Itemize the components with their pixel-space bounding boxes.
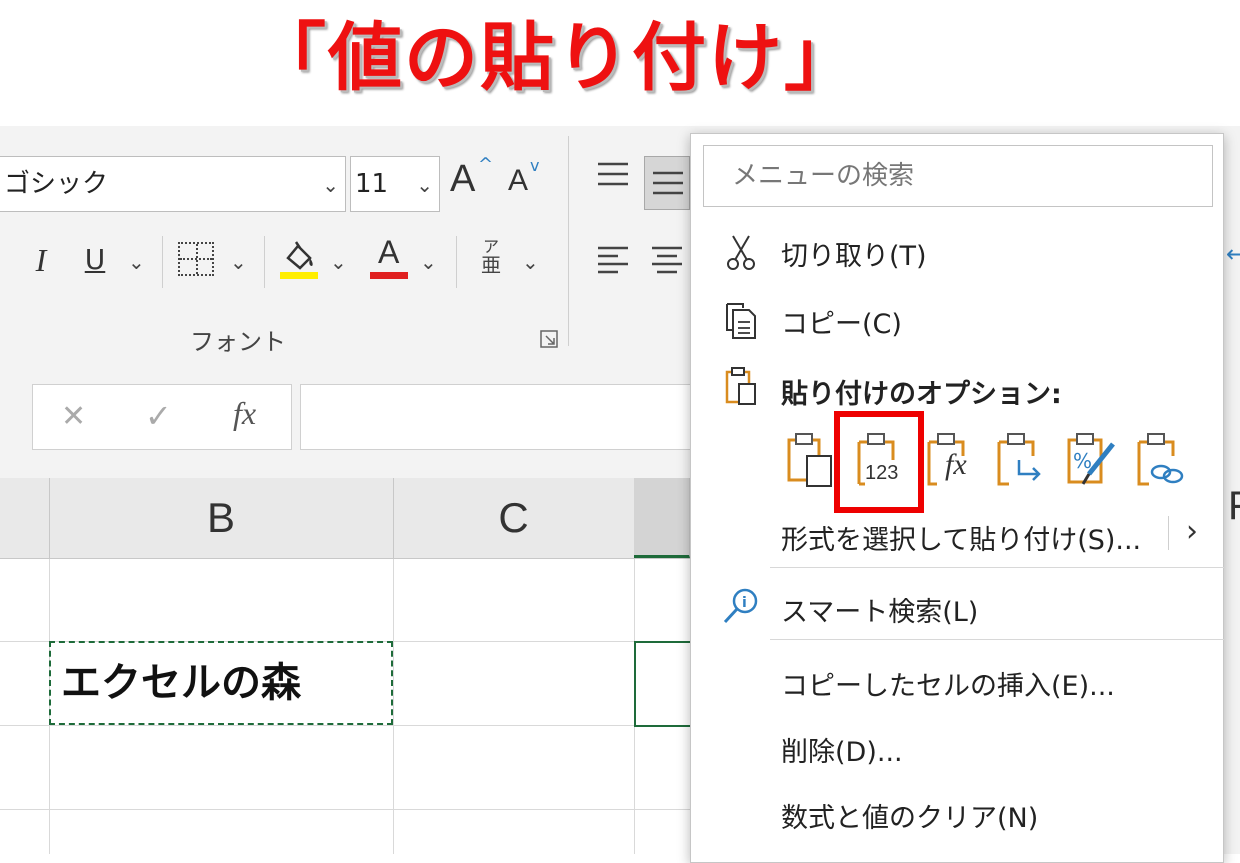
- row-gridline: [0, 725, 690, 726]
- align-middle-button[interactable]: [644, 156, 690, 210]
- enter-icon[interactable]: ✓: [145, 397, 172, 435]
- paste-transpose-icon[interactable]: [993, 430, 1049, 490]
- svg-text:i: i: [742, 595, 747, 611]
- col-gridline: [393, 559, 394, 854]
- paste-formatting-icon[interactable]: %: [1063, 430, 1119, 490]
- shrink-font-button[interactable]: A v: [508, 156, 554, 210]
- column-header-a[interactable]: [0, 478, 50, 558]
- font-size-dropdown[interactable]: 11 ⌄: [350, 156, 440, 212]
- menu-separator: [770, 567, 1224, 568]
- menu-item-smart-lookup[interactable]: スマート検索(L): [781, 590, 978, 629]
- align-left-icon[interactable]: [596, 244, 630, 276]
- borders-dropdown-icon[interactable]: ⌄: [230, 250, 247, 274]
- font-name-value: ゴシック: [4, 169, 109, 199]
- font-color-dropdown-icon[interactable]: ⌄: [420, 250, 437, 274]
- ribbon-divider: [162, 236, 163, 288]
- menu-search-input[interactable]: メニューの検索: [703, 145, 1213, 207]
- menu-item-copy[interactable]: コピー(C): [781, 302, 902, 341]
- phonetic-bottom: 亜: [481, 253, 501, 277]
- menu-item-clear-contents[interactable]: 数式と値のクリア(N): [781, 796, 1038, 835]
- page-title: 「値の貼り付け」: [252, 15, 860, 101]
- grow-font-button[interactable]: A ^: [450, 154, 496, 208]
- cell-b-copied[interactable]: エクセルの森: [49, 641, 393, 725]
- submenu-divider: [1168, 516, 1169, 550]
- column-header-f-partial[interactable]: F: [1228, 484, 1240, 529]
- arrow-left-icon: ←: [1226, 240, 1240, 268]
- fill-color-dropdown-icon[interactable]: ⌄: [330, 250, 347, 274]
- scissors-icon: [718, 232, 764, 280]
- caret-down-icon: v: [530, 156, 540, 175]
- dialog-launcher-icon[interactable]: [540, 330, 558, 348]
- paste-options-label: 貼り付けのオプション:: [781, 379, 1062, 410]
- menu-separator: [770, 639, 1224, 640]
- paint-bucket-icon: [280, 241, 318, 279]
- column-header-row: B C: [0, 478, 690, 559]
- underline-button[interactable]: U: [80, 240, 110, 280]
- borders-icon[interactable]: [178, 242, 214, 276]
- column-header-d[interactable]: [634, 478, 690, 558]
- paste-icon: [718, 366, 764, 414]
- row-gridline: [0, 809, 690, 810]
- menu-item-delete[interactable]: 削除(D)...: [781, 730, 903, 769]
- align-top-icon[interactable]: [596, 160, 630, 190]
- shrink-font-label: A: [508, 164, 529, 197]
- menu-item-cut[interactable]: 切り取り(T): [781, 234, 927, 273]
- font-color-button[interactable]: A: [370, 234, 410, 280]
- ribbon-divider: [456, 236, 457, 288]
- italic-button[interactable]: I: [26, 240, 56, 280]
- phonetic-guide-button[interactable]: ア 亜: [478, 238, 504, 277]
- phonetic-dropdown-icon[interactable]: ⌄: [522, 250, 539, 274]
- formula-buttons: ✕ ✓ fx: [32, 384, 292, 450]
- chevron-down-icon: ⌄: [416, 173, 433, 197]
- column-header-c[interactable]: C: [393, 478, 635, 558]
- smart-lookup-icon: i: [718, 586, 764, 634]
- paste-link-icon[interactable]: [1133, 430, 1189, 490]
- svg-text:%: %: [1073, 449, 1092, 473]
- font-color-letter: A: [378, 234, 400, 270]
- paste-formulas-fx: fx: [945, 448, 967, 481]
- chevron-right-icon[interactable]: ›: [1186, 514, 1198, 549]
- context-menu: [690, 133, 1224, 863]
- insert-function-icon[interactable]: fx: [233, 395, 256, 432]
- formula-input[interactable]: [300, 384, 700, 450]
- fill-color-button[interactable]: [278, 236, 320, 280]
- column-header-b[interactable]: B: [49, 478, 394, 558]
- ribbon-divider: [264, 236, 265, 288]
- copy-icon: [718, 300, 764, 348]
- align-center-icon[interactable]: [650, 244, 684, 276]
- menu-item-paste-special[interactable]: 形式を選択して貼り付け(S)...: [781, 518, 1141, 557]
- font-name-dropdown[interactable]: ゴシック ⌄: [0, 156, 346, 212]
- title-banner: 「値の貼り付け」: [0, 0, 1240, 126]
- paste-formulas-icon[interactable]: fx: [923, 430, 979, 490]
- font-group-label: フォント: [190, 328, 286, 356]
- cancel-icon[interactable]: ✕: [61, 399, 86, 434]
- font-color-swatch: [370, 272, 408, 279]
- caret-up-icon: ^: [478, 154, 494, 175]
- grow-font-label: A: [450, 158, 476, 200]
- ribbon-group-divider: [568, 136, 569, 346]
- paste-values-highlight: [834, 411, 924, 513]
- chevron-down-icon: ⌄: [322, 173, 339, 197]
- menu-item-insert-copied-cells[interactable]: コピーしたセルの挿入(E)...: [781, 664, 1115, 703]
- underline-dropdown-icon[interactable]: ⌄: [128, 250, 145, 274]
- paste-default-icon[interactable]: [783, 430, 839, 490]
- font-size-value: 11: [355, 169, 389, 199]
